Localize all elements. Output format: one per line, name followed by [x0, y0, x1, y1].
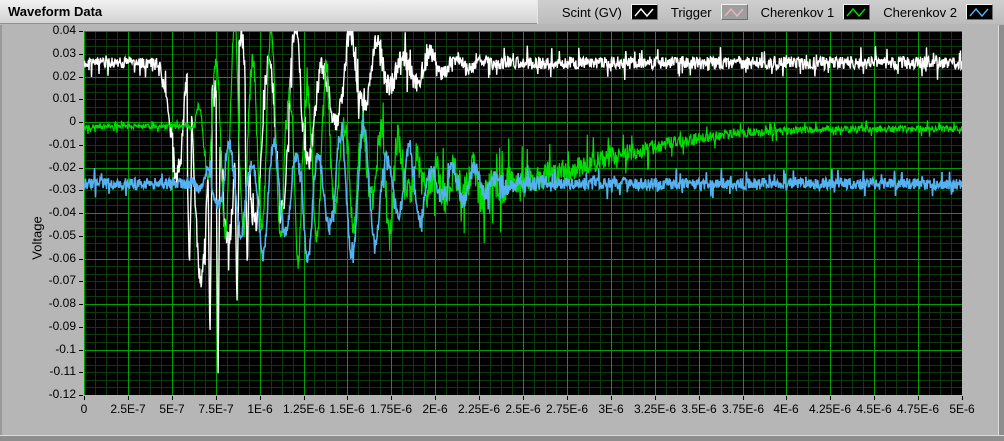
panel-bottom-edge: [0, 435, 1004, 441]
waveform-data-window: Waveform Data Scint (GV) Trigger Cherenkov…: [0, 0, 1004, 441]
y-tick: [79, 259, 83, 260]
waveform-chart: [83, 30, 963, 396]
legend-label: Trigger: [670, 4, 712, 20]
x-tick: [962, 396, 963, 400]
y-tick: [79, 77, 83, 78]
y-tick-label: 0.01: [52, 91, 76, 105]
x-tick: [172, 396, 173, 400]
y-tick-label: 0.02: [52, 69, 76, 83]
y-tick: [79, 281, 83, 282]
y-tick: [79, 327, 83, 328]
y-tick: [79, 190, 83, 191]
waveform-icon[interactable]: [630, 4, 658, 20]
plot-area: [83, 30, 963, 396]
y-tick-label: -0.03: [48, 182, 76, 196]
y-tick: [79, 213, 83, 214]
y-tick-label: -0.01: [48, 137, 76, 151]
legend-item-cherenkov-1[interactable]: Cherenkov 1: [761, 4, 871, 20]
waveform-icon[interactable]: [966, 4, 993, 20]
x-tick: [435, 396, 436, 400]
legend-item-cherenkov-2[interactable]: Cherenkov 2: [883, 4, 993, 20]
x-tick-label: 5E-6: [949, 402, 975, 416]
y-tick-label: -0.02: [48, 160, 76, 174]
waveform-icon[interactable]: [843, 4, 871, 20]
y-tick-label: -0.08: [48, 296, 76, 310]
y-tick: [79, 54, 83, 55]
x-tick: [743, 396, 744, 400]
x-tick: [84, 396, 85, 400]
panel-right-edge: [998, 25, 1004, 441]
x-tick: [391, 396, 392, 400]
x-tick: [611, 396, 612, 400]
y-tick-label: -0.09: [48, 319, 76, 333]
x-tick: [260, 396, 261, 400]
x-tick: [347, 396, 348, 400]
x-tick: [786, 396, 787, 400]
y-tick: [79, 236, 83, 237]
x-tick: [304, 396, 305, 400]
y-tick: [79, 31, 83, 32]
y-tick: [79, 350, 83, 351]
y-tick-label: 0.04: [52, 23, 76, 37]
legend-label: Cherenkov 1: [760, 4, 835, 20]
x-tick: [216, 396, 217, 400]
legend-label: Cherenkov 2: [883, 4, 957, 20]
x-tick: [918, 396, 919, 400]
y-tick: [79, 304, 83, 305]
x-tick: [874, 396, 875, 400]
plot-legend: Scint (GV) Trigger Cherenkov 1 Cherenkov 2: [537, 0, 1004, 24]
y-tick-label: -0.1: [55, 342, 76, 356]
y-tick: [79, 99, 83, 100]
waveform-icon[interactable]: [720, 4, 748, 20]
legend-item-scint-gv[interactable]: Scint (GV): [562, 4, 658, 20]
y-tick: [79, 122, 83, 123]
x-tick: [523, 396, 524, 400]
y-tick-label: 0: [69, 114, 76, 128]
y-tick: [79, 145, 83, 146]
legend-item-trigger[interactable]: Trigger: [671, 4, 748, 20]
y-tick-label: -0.04: [48, 205, 76, 219]
x-tick: [567, 396, 568, 400]
y-tick-label: -0.11: [49, 364, 76, 378]
page-title: Waveform Data: [8, 4, 103, 19]
x-tick: [655, 396, 656, 400]
y-tick-label: -0.05: [48, 228, 76, 242]
x-tick: [699, 396, 700, 400]
y-tick-label: -0.07: [48, 273, 76, 287]
y-tick: [79, 168, 83, 169]
legend-label: Scint (GV): [561, 4, 622, 20]
x-tick: [830, 396, 831, 400]
y-tick-label: -0.06: [48, 251, 76, 265]
x-tick: [479, 396, 480, 400]
y-tick-label: 0.03: [52, 46, 76, 60]
y-tick-label: -0.12: [48, 387, 76, 401]
y-tick: [79, 395, 83, 396]
x-tick: [128, 396, 129, 400]
y-tick: [79, 372, 83, 373]
